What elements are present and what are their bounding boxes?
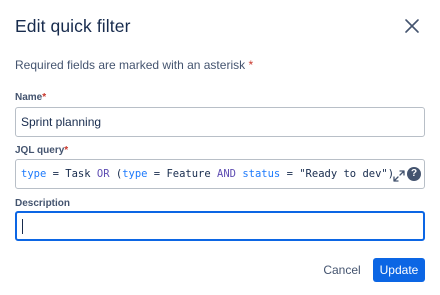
edit-quick-filter-dialog: Edit quick filter Required fields are ma… <box>0 0 440 295</box>
close-button[interactable] <box>402 16 422 36</box>
jql-required-asterisk: * <box>64 145 69 156</box>
jql-value-token: = "Ready to dev") <box>280 168 395 180</box>
help-icon[interactable]: ? <box>407 167 421 181</box>
jql-field-token: type <box>21 168 47 180</box>
jql-operator-token: AND <box>217 168 236 180</box>
jql-query-input[interactable]: type = Task OR (type = Feature AND statu… <box>15 159 425 189</box>
description-input[interactable] <box>15 211 425 241</box>
required-asterisk: * <box>248 58 254 72</box>
jql-value-token: = Task <box>46 168 97 180</box>
jql-field-token: status <box>242 168 281 180</box>
text-caret <box>22 219 23 234</box>
name-input[interactable]: Sprint planning <box>15 107 425 137</box>
jql-query-label: JQL query* <box>15 145 68 156</box>
jql-field-token: type <box>122 168 148 180</box>
expand-arrows-icon <box>393 170 405 182</box>
description-label: Description <box>15 198 71 209</box>
required-note-text: Required fields are marked with an aster… <box>15 58 246 72</box>
name-required-asterisk: * <box>42 92 47 103</box>
name-label: Name* <box>15 92 46 103</box>
jql-label-text: JQL query <box>15 145 65 156</box>
name-label-text: Name <box>15 92 43 103</box>
required-fields-note: Required fields are marked with an aster… <box>15 58 253 72</box>
jql-paren-token: ( <box>109 168 123 180</box>
name-input-value: Sprint planning <box>21 115 102 129</box>
expand-icon[interactable] <box>393 169 405 182</box>
close-icon <box>405 19 419 33</box>
dialog-title: Edit quick filter <box>15 16 131 36</box>
jql-value-token: = Feature <box>147 168 218 180</box>
jql-operator-token: OR <box>96 168 110 180</box>
jql-query-value: type = Task OR (type = Feature AND statu… <box>21 168 394 180</box>
update-button[interactable]: Update <box>373 258 425 282</box>
cancel-button[interactable]: Cancel <box>318 258 366 282</box>
